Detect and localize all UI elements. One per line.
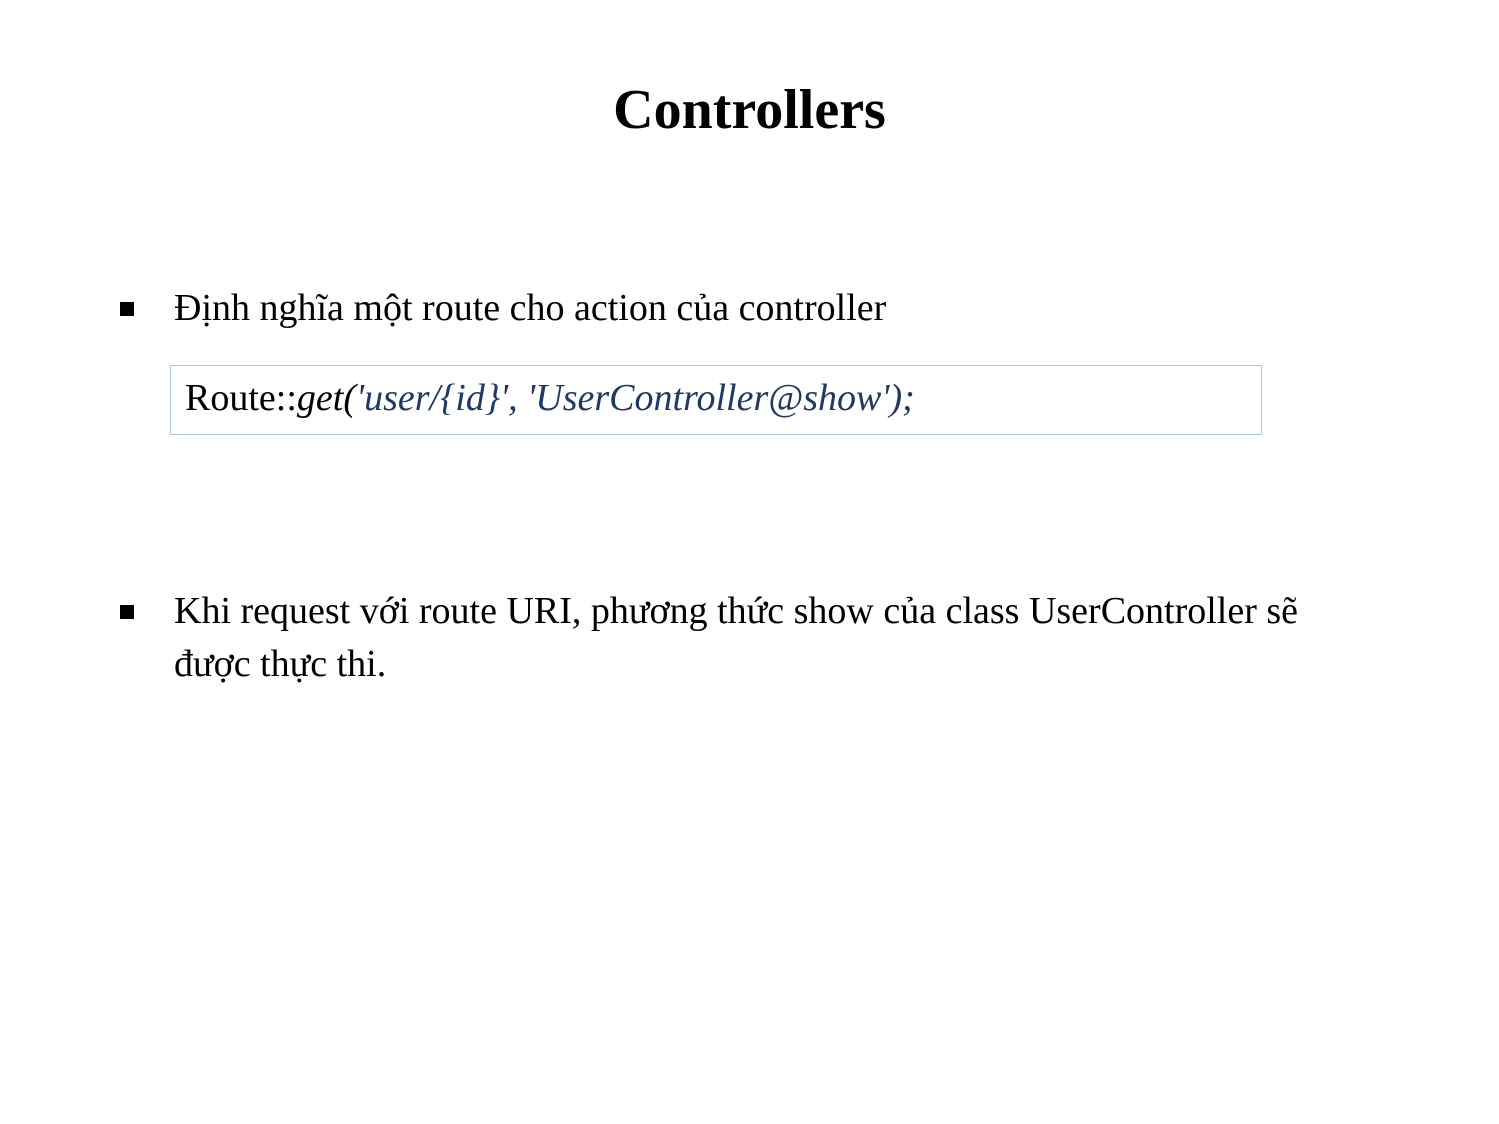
slide: Controllers Định nghĩa một route cho act…: [0, 78, 1499, 1124]
bullet-marker-icon: [120, 302, 134, 316]
code-method: get(: [297, 377, 356, 419]
bullet-item-1: Định nghĩa một route cho action của cont…: [120, 282, 1379, 335]
slide-content: Định nghĩa một route cho action của cont…: [0, 282, 1499, 692]
bullet-marker-icon: [120, 605, 134, 619]
bullet-text-2: Khi request với route URI, phương thức s…: [174, 585, 1379, 691]
bullet-item-2: Khi request với route URI, phương thức s…: [120, 585, 1379, 691]
slide-title: Controllers: [0, 78, 1499, 142]
code-arg: 'user/{id}', 'UserController@show');: [356, 377, 915, 419]
code-prefix: Route::: [185, 377, 297, 419]
code-box: Route::get('user/{id}', 'UserController@…: [170, 365, 1262, 435]
bullet-text-1: Định nghĩa một route cho action của cont…: [174, 282, 1379, 335]
